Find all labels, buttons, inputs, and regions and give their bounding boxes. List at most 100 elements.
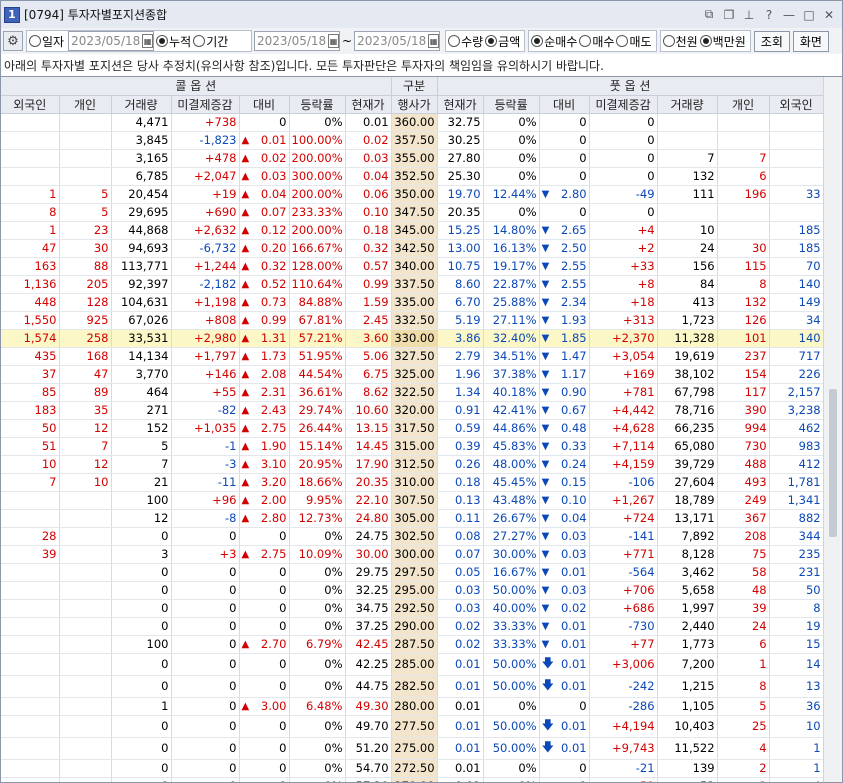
calendar-icon[interactable]: ▦: [328, 34, 339, 48]
table-row[interactable]: 47 30 94,693 -6,732 ▲ 0.20 166.67% 0.32 342.50 13…: [1, 239, 824, 258]
table-row[interactable]: 183 35 271 -82 ▲ 2.43 29.74% 10.60 320.00 0.91 42.…: [1, 401, 824, 420]
radio-period[interactable]: 기간: [193, 33, 228, 50]
call-change: ▲ 2.08: [239, 365, 290, 384]
maximize-icon[interactable]: □: [800, 6, 818, 24]
put-volume: 67,798: [657, 383, 718, 402]
table-row[interactable]: 10 12 7 -3 ▲ 3.10 20.95% 17.90 312.50 0.26 48.00% ▼…: [1, 455, 824, 474]
table-row[interactable]: 0 0 0 0% 34.75 292.50 0.03 40.00% ▼ 0.02 +686 1,997…: [1, 599, 824, 618]
screen-button[interactable]: 화면: [792, 30, 829, 52]
table-row[interactable]: 435 168 14,134 +1,797 ▲ 1.73 51.95% 5.06 327.50 2…: [1, 347, 824, 366]
radio-million-won[interactable]: 백만원: [699, 33, 746, 50]
call-oi-change: -82: [171, 401, 240, 420]
put-price: 0.18: [437, 473, 484, 492]
table-row[interactable]: 0 0 0 0% 44.75 282.50 0.01 50.00% 🡇 0.01 -242 1,215…: [1, 675, 824, 698]
radio-daily[interactable]: 일자: [29, 33, 64, 50]
close-icon[interactable]: ✕: [820, 6, 838, 24]
strike-price: 312.50: [391, 455, 438, 474]
call-price: 24.75: [345, 527, 392, 546]
table-row[interactable]: 0 0 0 0% 49.70 277.50 0.01 50.00% 🡇 0.01 +4,194 10,…: [1, 715, 824, 738]
put-individual: 4: [717, 737, 770, 760]
calendar-icon[interactable]: ▦: [428, 34, 440, 48]
radio-quantity[interactable]: 수량: [448, 33, 483, 50]
table-row[interactable]: 1,550 925 67,026 +808 ▲ 0.99 67.81% 2.45 332.50 5…: [1, 311, 824, 330]
table-row[interactable]: 1 5 20,454 +19 ▲ 0.04 200.00% 0.06 350.00 19.70 12…: [1, 185, 824, 204]
table-row[interactable]: 1,574 258 33,531 +2,980 ▲ 1.31 57.21% 3.60 330.0…: [1, 329, 824, 348]
date-field-1[interactable]: 2023/05/18 ▦: [68, 31, 155, 51]
table-row[interactable]: 1 23 44,868 +2,632 ▲ 0.12 200.00% 0.18 345.00 15.…: [1, 221, 824, 240]
table-row[interactable]: 8 5 29,695 +690 ▲ 0.07 233.33% 0.10 347.50 20.35 0…: [1, 203, 824, 222]
put-foreign: 36: [769, 697, 824, 716]
table-row[interactable]: 85 89 464 +55 ▲ 2.31 36.61% 8.62 322.50 1.34 40.18…: [1, 383, 824, 402]
radio-sell[interactable]: 매도: [616, 33, 652, 50]
table-row[interactable]: 1,136 205 92,397 -2,182 ▲ 0.52 110.64% 0.99 337.…: [1, 275, 824, 294]
table-row[interactable]: 50 12 152 +1,035 ▲ 2.75 26.44% 13.15 317.50 0.59 4…: [1, 419, 824, 438]
call-oi-change: +690: [171, 203, 240, 222]
strike-price: 297.50: [391, 563, 438, 582]
put-change-value: 0.15: [560, 475, 587, 489]
put-pct: 45.45%: [483, 473, 540, 492]
gear-icon[interactable]: ⚙: [3, 31, 23, 51]
call-change: ▲ 1.73: [239, 347, 290, 366]
put-foreign: 412: [769, 455, 824, 474]
table-row[interactable]: 12 -8 ▲ 2.80 12.73% 24.80 305.00 0.11 26.67% ▼ 0.0…: [1, 509, 824, 528]
put-pct: 45.83%: [483, 437, 540, 456]
table-row[interactable]: 0 0 0 0% 32.25 295.00 0.03 50.00% ▼ 0.03 +706 5,658…: [1, 581, 824, 600]
table-row[interactable]: 0 0 0 0% 54.70 272.50 0.01 0% 0 -21 139 2 1: [1, 759, 824, 778]
put-oi-change: +2: [589, 239, 658, 258]
call-oi-change: +96: [171, 491, 240, 510]
put-oi-change: 0: [589, 131, 658, 150]
table-row[interactable]: 1 0 ▲ 3.00 6.48% 49.30 280.00 0.01 0% 0 -286 1,105 5…: [1, 697, 824, 716]
table-row[interactable]: 7 10 21 -11 ▲ 3.20 18.66% 20.35 310.00 0.18 45.45%…: [1, 473, 824, 492]
table-row[interactable]: 448 128 104,631 +1,198 ▲ 0.73 84.88% 1.59 335.00…: [1, 293, 824, 312]
radio-amount[interactable]: 금액: [485, 33, 520, 50]
radio-thousand-won[interactable]: 천원: [662, 33, 698, 50]
put-change-value: 1.93: [560, 313, 587, 327]
query-button[interactable]: 조회: [753, 30, 790, 52]
help-icon[interactable]: ?: [760, 6, 778, 24]
table-row[interactable]: 3,845 -1,823 ▲ 0.01 100.00% 0.02 357.50 30.25 0%…: [1, 131, 824, 150]
vertical-scrollbar[interactable]: [823, 77, 842, 782]
scroll-thumb[interactable]: [829, 389, 837, 537]
put-pct: 43.48%: [483, 491, 540, 510]
put-change-value: 1.17: [560, 367, 587, 381]
put-individual: 2: [717, 759, 770, 778]
table-row[interactable]: 0000%57.20270.000.010%0+515234: [1, 777, 824, 782]
table-row[interactable]: 0 0 0 0% 51.20 275.00 0.01 50.00% 🡇 0.01 +9,743 11,…: [1, 737, 824, 760]
table-row[interactable]: 0 0 0 0% 37.25 290.00 0.02 33.33% ▼ 0.01 -730 2,440…: [1, 617, 824, 636]
call-change: ▲ 2.75: [239, 545, 290, 564]
radio-cumulative[interactable]: 누적: [156, 33, 191, 50]
put-change: ▼ 1.17: [539, 365, 590, 384]
minimize-icon[interactable]: —: [780, 6, 798, 24]
table-row[interactable]: 37 47 3,770 +146 ▲ 2.08 44.54% 6.75 325.00 1.96 37…: [1, 365, 824, 384]
date-field-2[interactable]: 2023/05/18 ▦: [254, 31, 340, 51]
put-oi-change: -106: [589, 473, 658, 492]
table-row[interactable]: 39 3 +3 ▲ 2.75 10.09% 30.00 300.00 0.07 30.00% ▼ 0.…: [1, 545, 824, 564]
call-oi-change: 0: [171, 527, 240, 546]
radio-buy[interactable]: 매수: [579, 33, 614, 50]
date-field-3[interactable]: 2023/05/18 ▦: [354, 31, 441, 51]
put-oi-change: 0: [589, 149, 658, 168]
put-change-value: 2.80: [560, 187, 587, 201]
table-row[interactable]: 28 0 0 0 0% 24.75 302.50 0.08 27.27% ▼ 0.03 -141 7,8…: [1, 527, 824, 546]
copy-icon[interactable]: ❐: [720, 6, 738, 24]
table-row[interactable]: 163 88 113,771 +1,244 ▲ 0.32 128.00% 0.57 340.00…: [1, 257, 824, 276]
table-row[interactable]: 3,165 +478 ▲ 0.02 200.00% 0.03 355.00 27.80 0% 0 0…: [1, 149, 824, 168]
put-foreign: 1: [769, 759, 824, 778]
col-header: 개인: [717, 95, 770, 114]
table-row[interactable]: 0 0 0 0% 42.25 285.00 0.01 50.00% 🡇 0.01 +3,006 7,2…: [1, 653, 824, 676]
table-row[interactable]: 100 0 ▲ 2.70 6.79% 42.45 287.50 0.02 33.33% ▼ 0.01…: [1, 635, 824, 654]
down-triangle-icon: ▼: [541, 458, 550, 470]
call-individual: 35: [59, 401, 112, 420]
put-change-value: 2.55: [560, 277, 587, 291]
table-row[interactable]: 0 0 0 0% 29.75 297.50 0.05 16.67% ▼ 0.01 -564 3,462…: [1, 563, 824, 582]
call-price: 42.25: [345, 653, 392, 676]
table-row[interactable]: 6,785 +2,047 ▲ 0.03 300.00% 0.04 352.50 25.30 0%…: [1, 167, 824, 186]
put-oi-change: -242: [589, 675, 658, 698]
link-icon[interactable]: ⧉: [700, 6, 718, 24]
pin-icon[interactable]: ⊥: [740, 6, 758, 24]
table-row[interactable]: 100 +96 ▲ 2.00 9.95% 22.10 307.50 0.13 43.48% ▼ 0.…: [1, 491, 824, 510]
calendar-icon[interactable]: ▦: [142, 34, 154, 48]
radio-net-buy[interactable]: 순매수: [531, 33, 577, 50]
table-row[interactable]: 51 7 5 -1 ▲ 1.90 15.14% 14.45 315.00 0.39 45.83% ▼ 0…: [1, 437, 824, 456]
table-row[interactable]: 4,471 +738 0 0% 0.01 360.00 32.75 0% 0 0: [1, 113, 824, 132]
